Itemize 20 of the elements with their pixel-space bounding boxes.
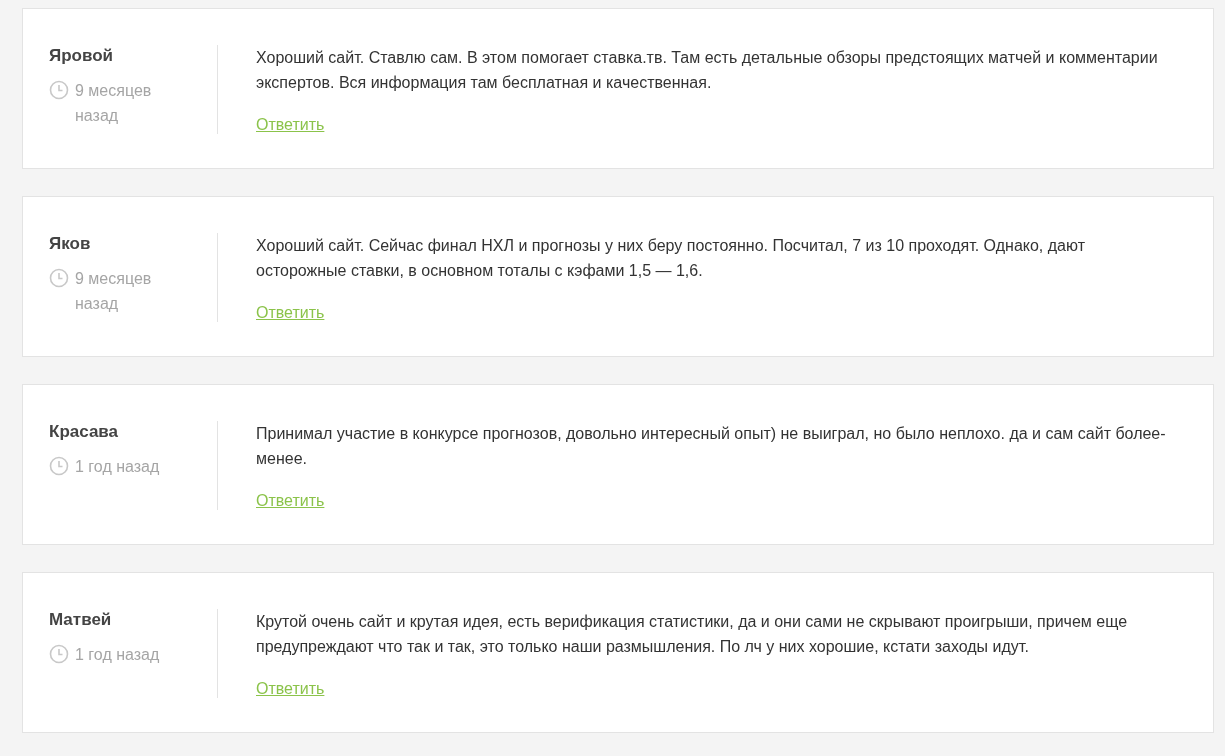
author-name: Яровой xyxy=(49,45,115,67)
clock-icon xyxy=(49,80,69,100)
comment-text: Хороший сайт. Ставлю сам. В этом помогает ставка.тв. Там есть детальные обзоры предстоящих матчей и комментарии экспертов. Вся информация там бесплатная и качественная. xyxy=(256,48,1159,93)
reply-link[interactable]: Ответить xyxy=(256,113,325,137)
clock-icon xyxy=(49,644,69,664)
clock-icon xyxy=(49,268,69,288)
comment-time: 1 год назад xyxy=(75,645,161,665)
reply-link[interactable]: Ответить xyxy=(256,301,325,325)
reply-link[interactable]: Ответить xyxy=(256,677,325,701)
comment-text: Хороший сайт. Сейчас финал НХЛ и прогнозы у них беру постоянно. Посчитал, 7 из 10 проходят. Однако, дают осторожные ставки, в основном тоталы с кэфами 1,5 — 1,6. xyxy=(256,236,1086,281)
author-name: Яков xyxy=(49,233,92,255)
comment-time: 9 месяцев назад xyxy=(75,81,153,126)
comment-time: 1 год назад xyxy=(75,457,161,477)
comment-text: Крутой очень сайт и крутая идея, есть верификация статистики, да и они сами не скрывают проигрыши, причем еще предупреждают что так и так, это только наши размышления. По лч у них хорошие, кстати заходы идут. xyxy=(256,612,1129,657)
reply-link[interactable]: Ответить xyxy=(256,489,325,513)
comment-time: 9 месяцев назад xyxy=(75,269,153,314)
clock-icon xyxy=(49,456,69,476)
author-name: Матвей xyxy=(49,609,113,631)
author-name: Красава xyxy=(49,421,119,443)
comment-text: Принимал участие в конкурсе прогнозов, довольно интересный опыт) не выиграл, но было неплохо. да и сам сайт более-менее. xyxy=(256,424,1167,469)
